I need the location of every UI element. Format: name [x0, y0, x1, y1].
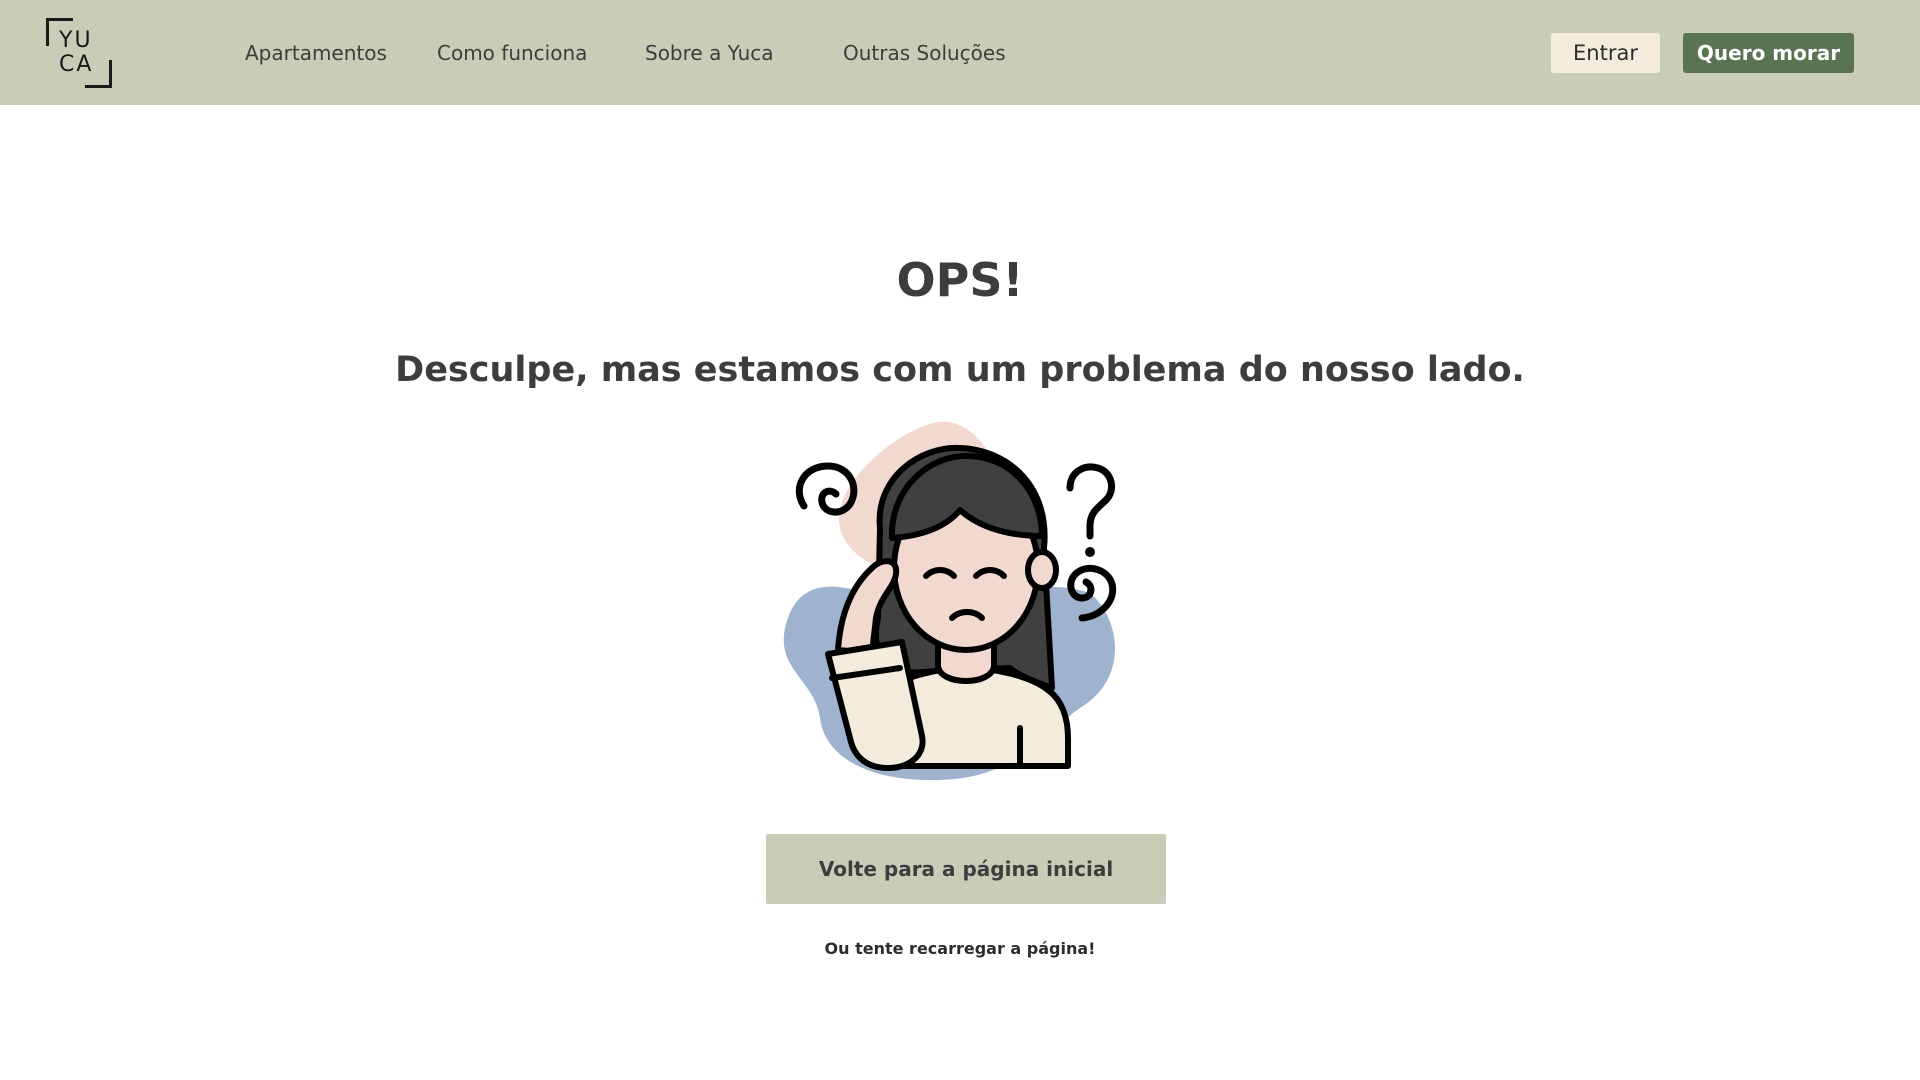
reload-hint: Ou tente recarregar a página! [824, 939, 1096, 958]
nav-link-outras-solucoes[interactable]: Outras Soluções [843, 0, 1006, 105]
logo-text-line2: CA [59, 52, 94, 77]
error-title: OPS! [896, 252, 1024, 307]
left-swirl-icon [795, 462, 858, 516]
nav-link-apartamentos[interactable]: Apartamentos [245, 0, 387, 105]
nav-link-como-funciona[interactable]: Como funciona [437, 0, 587, 105]
question-mark-dot-icon [1085, 547, 1095, 557]
back-to-home-button[interactable]: Volte para a página inicial [766, 834, 1166, 904]
ear-shape [1025, 549, 1059, 591]
yuca-logo[interactable]: YU CA [46, 18, 112, 88]
confused-woman-illustration [783, 421, 1117, 781]
logo-text-line1: YU [59, 28, 93, 53]
error-subtitle: Desculpe, mas estamos com um problema do… [395, 350, 1525, 391]
site-header: YU CA Apartamentos Como funciona Sobre a… [0, 0, 1920, 105]
login-button[interactable]: Entrar [1551, 33, 1660, 73]
nav-link-sobre-a-yuca[interactable]: Sobre a Yuca [645, 0, 774, 105]
quero-morar-button[interactable]: Quero morar [1683, 33, 1854, 73]
question-mark-icon [1066, 463, 1116, 540]
